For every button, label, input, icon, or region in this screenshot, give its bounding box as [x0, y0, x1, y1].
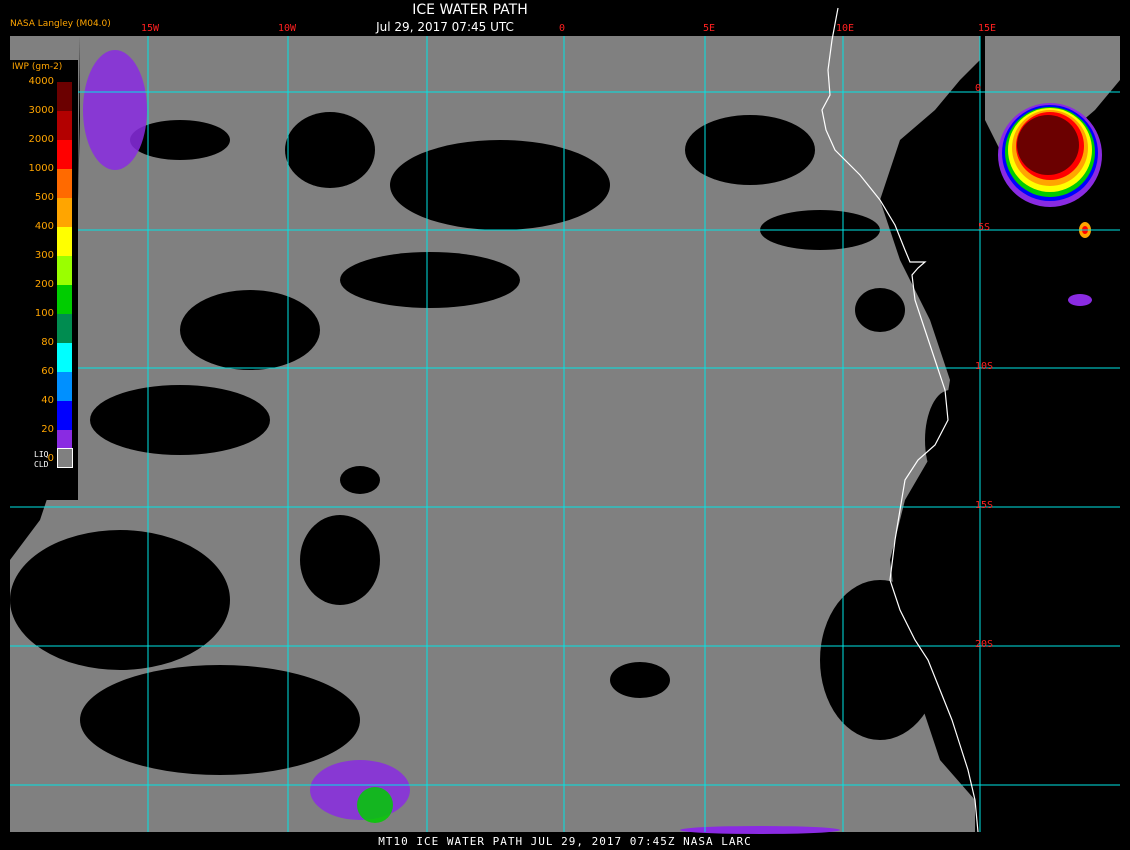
lat-label-20s: 20S	[975, 639, 994, 650]
liquid-cloud-label: LIQ CLD	[34, 450, 49, 469]
clear-patch	[925, 390, 975, 490]
iwp-colorbar-legend: IWP (gm-2) 4000 3000 2000 1000 500 400 300 200 1…	[10, 60, 78, 500]
legend-tick-label: 200	[34, 279, 54, 290]
legend-tick-label: 4000	[28, 76, 54, 87]
clear-patch	[820, 580, 940, 740]
footer-caption: MT10 ICE WATER PATH JUL 29, 2017 07:45Z …	[378, 835, 752, 848]
thin-ice-patch	[357, 787, 393, 823]
satellite-map	[10, 7, 1120, 834]
legend-tick-label: 400	[34, 221, 54, 232]
thin-ice-patch	[83, 50, 147, 170]
legend-color-swatch	[57, 82, 72, 111]
legend-color-swatch	[57, 198, 72, 227]
legend-tick-label: 40	[41, 395, 54, 406]
legend-tick-label: 20	[41, 424, 54, 435]
legend-color-swatch	[57, 227, 72, 256]
legend-tick-label: 300	[34, 250, 54, 261]
clear-patch	[285, 112, 375, 188]
legend-color-swatch	[57, 111, 72, 140]
lat-label-10s: 10S	[975, 361, 994, 372]
legend-color-swatch	[57, 285, 72, 314]
lon-label-10e: 10E	[836, 23, 855, 34]
thin-ice-patch	[680, 826, 840, 834]
legend-title: IWP (gm-2)	[12, 62, 63, 72]
lon-label-5e: 5E	[703, 23, 716, 34]
map-title: ICE WATER PATH	[412, 2, 528, 18]
lon-label-0: 0	[559, 23, 566, 34]
producer-label: NASA Langley (M04.0)	[10, 19, 111, 29]
legend-tick-label: 2000	[28, 134, 54, 145]
legend-tick-label: 100	[34, 308, 54, 319]
legend-tick-label: 500	[34, 192, 54, 203]
lat-label-5s: 5S	[978, 222, 991, 233]
lon-label-15e: 15E	[978, 23, 997, 34]
legend-color-swatch	[57, 343, 72, 372]
lon-label-10w: 10W	[278, 23, 297, 34]
clear-patch	[180, 290, 320, 370]
map-datetime: Jul 29, 2017 07:45 UTC	[376, 20, 514, 34]
legend-tick-label: 1000	[28, 163, 54, 174]
clear-patch	[340, 252, 520, 308]
convective-storm	[998, 103, 1102, 238]
legend-color-swatch	[57, 401, 72, 430]
legend-color-swatch	[57, 314, 72, 343]
clear-patch	[610, 662, 670, 698]
clear-patch	[90, 385, 270, 455]
storm-core	[1017, 115, 1079, 175]
legend-color-swatch	[57, 372, 72, 401]
legend-tick-label: 60	[41, 366, 54, 377]
lat-label-0: 0	[975, 83, 982, 94]
legend-tick-label: 80	[41, 337, 54, 348]
clear-patch	[390, 140, 610, 230]
clear-patch	[300, 515, 380, 605]
clear-patch	[80, 665, 360, 775]
clear-patch	[10, 530, 230, 670]
lon-label-15w: 15W	[141, 23, 160, 34]
legend-color-swatch	[57, 140, 72, 169]
lat-label-15s: 15S	[975, 500, 994, 511]
clear-patch	[340, 466, 380, 494]
legend-color-swatch	[57, 256, 72, 285]
legend-tick-label: 3000	[28, 105, 54, 116]
thin-ice-patch	[1068, 294, 1092, 306]
clear-patch	[855, 288, 905, 332]
legend-color-swatch	[57, 169, 72, 198]
map-viewer: ICE WATER PATH Jul 29, 2017 07:45 UTC NA…	[0, 0, 1130, 850]
liquid-cloud-swatch	[57, 448, 73, 468]
